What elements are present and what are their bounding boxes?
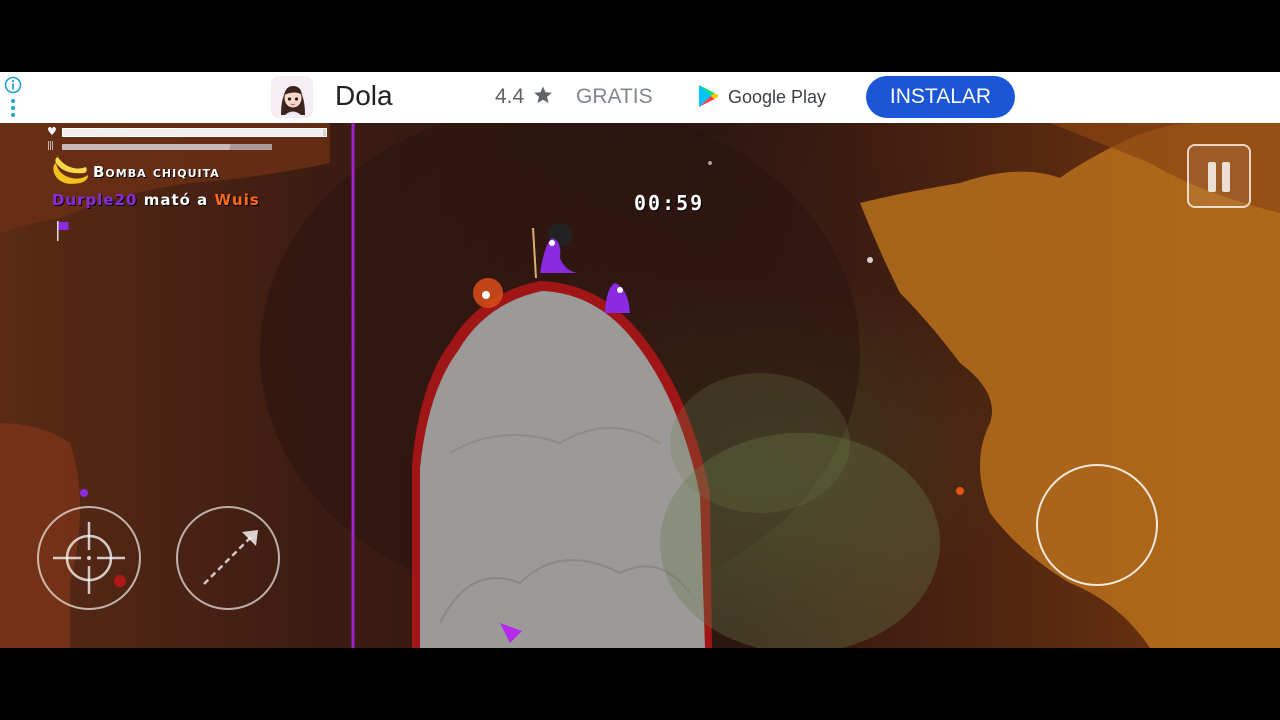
avatar-icon	[272, 77, 312, 117]
aim-button[interactable]	[37, 506, 141, 610]
ad-banner[interactable]: Dola 4.4 GRATIS Google Play INSTALAR	[0, 72, 1280, 123]
flag-icon	[57, 221, 69, 241]
star-icon	[534, 86, 552, 103]
arrow-icon	[203, 530, 258, 585]
ad-rating: 4.4	[495, 85, 525, 108]
info-icon[interactable]	[4, 76, 22, 94]
health-bar-fill	[63, 129, 324, 136]
kill-feed-victim: Wuis	[214, 191, 260, 209]
ad-price: GRATIS	[576, 85, 653, 108]
more-vert-icon[interactable]	[10, 98, 16, 118]
ad-app-name[interactable]: Dola	[335, 80, 393, 112]
heart-icon: ♥	[47, 125, 57, 138]
app-icon[interactable]	[271, 76, 313, 118]
ad-store-name: Google Play	[728, 87, 827, 107]
fire-button[interactable]	[176, 506, 280, 610]
letterbox-top	[0, 0, 1280, 72]
kill-feed: Durple20 mató a Wuis	[52, 191, 260, 209]
movement-joystick[interactable]	[1036, 464, 1158, 586]
health-bar	[62, 128, 327, 137]
google-play-icon	[699, 85, 719, 107]
worm-enemy-orange	[473, 278, 503, 308]
pause-icon	[1208, 162, 1216, 192]
letterbox-bottom	[0, 648, 1280, 720]
ammo-bar-fill	[62, 144, 230, 150]
kill-feed-killer: Durple20	[52, 191, 138, 209]
install-button[interactable]: INSTALAR	[866, 76, 1015, 118]
crosshair-icon	[53, 522, 125, 594]
ammo-icon: |||	[47, 141, 54, 151]
game-viewport[interactable]: ♥ ||| Bomba chiquita Durple20 mató a Wui…	[0, 123, 1280, 648]
ammo-bar	[62, 144, 272, 150]
weapon-name: Bomba chiquita	[93, 163, 220, 181]
match-timer: 00:59	[634, 191, 705, 215]
pause-button[interactable]	[1187, 144, 1251, 208]
banana-bomb-icon	[53, 155, 88, 184]
kill-feed-verb: mató a	[143, 191, 209, 209]
